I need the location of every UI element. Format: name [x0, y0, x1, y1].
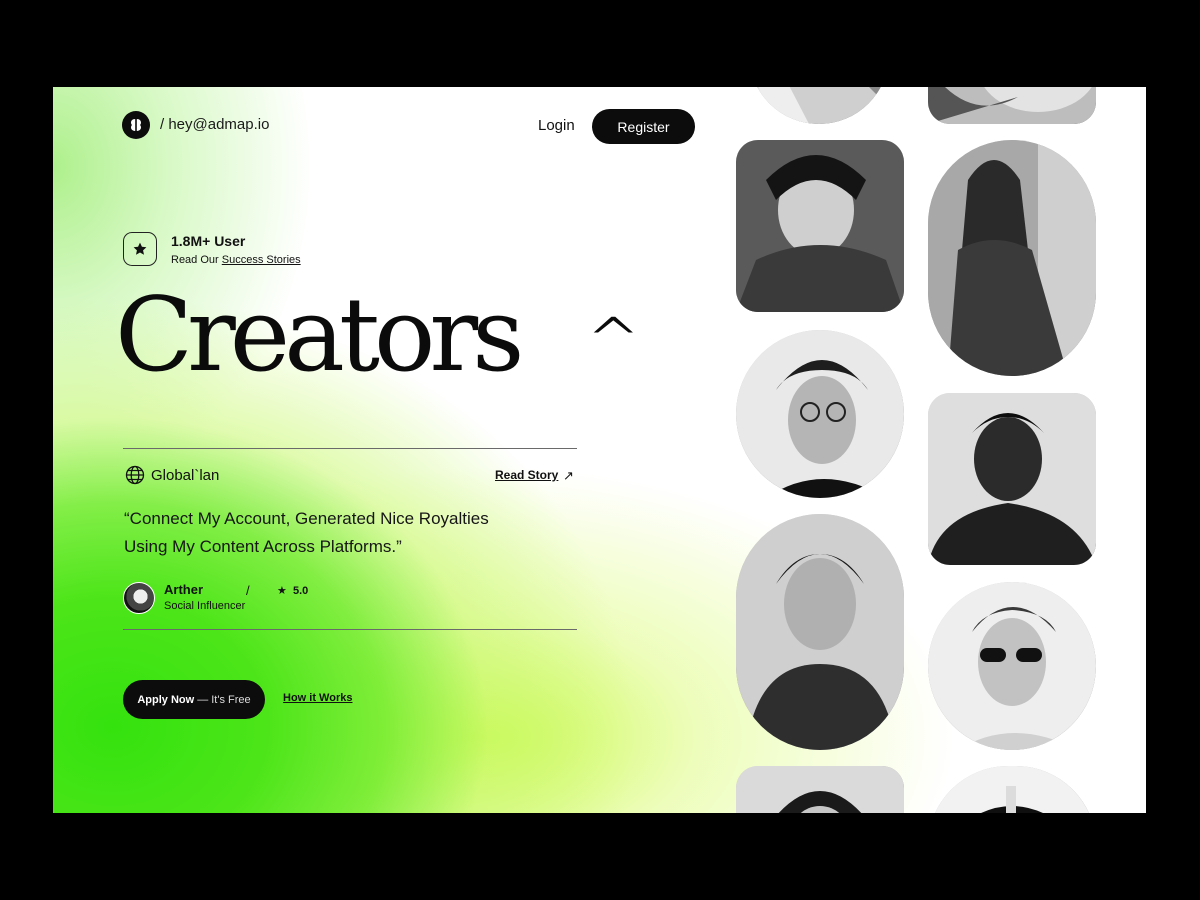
quote-line-1: “Connect My Account, Generated Nice Roya… — [124, 509, 489, 528]
apply-now-button[interactable]: Apply Now — It's Free — [123, 680, 265, 719]
success-stories-line: Read Our Success Stories — [171, 254, 301, 266]
author-role: Social Influencer — [164, 600, 246, 612]
divider-top — [123, 448, 577, 449]
globe-icon — [125, 465, 145, 490]
caret-glyph: ^ — [585, 305, 642, 373]
creator-photo[interactable] — [928, 393, 1096, 565]
brand-logo-icon[interactable] — [122, 111, 150, 139]
how-it-works-link[interactable]: How it Works — [283, 692, 352, 704]
login-link[interactable]: Login — [538, 117, 575, 134]
creator-photo[interactable] — [736, 766, 904, 813]
contact-email[interactable]: / hey@admap.io — [160, 116, 269, 133]
apply-now-label: Apply Now — [137, 693, 195, 706]
company-name: Global`lan — [151, 467, 220, 484]
user-count: 1.8M+ User — [171, 233, 246, 249]
creator-photo[interactable] — [749, 87, 889, 124]
author-name: Arther — [164, 582, 204, 597]
author-avatar — [123, 582, 155, 614]
register-button[interactable]: Register — [592, 109, 695, 144]
rating-value: 5.0 — [293, 585, 309, 597]
creator-photo[interactable] — [736, 330, 904, 498]
creator-photo[interactable] — [928, 766, 1096, 813]
creator-photo[interactable] — [928, 582, 1096, 750]
creator-photo[interactable] — [736, 514, 904, 750]
creator-photo[interactable] — [928, 140, 1096, 376]
apply-free-label: — It's Free — [197, 693, 251, 706]
divider-bottom — [123, 629, 577, 630]
success-stories-link[interactable]: Success Stories — [222, 254, 301, 266]
quote-line-2: Using My Content Across Platforms.” — [124, 537, 402, 556]
rating-star-icon: ★ — [277, 585, 287, 597]
hero-headline: Creators — [115, 276, 524, 395]
star-icon — [123, 232, 157, 266]
landing-page: / hey@admap.io Login Register 1.8M+ User… — [53, 87, 1146, 813]
arrow-up-right-icon[interactable]: ↗ — [563, 468, 574, 484]
testimonial-quote: “Connect My Account, Generated Nice Roya… — [124, 505, 489, 561]
creator-photo[interactable] — [928, 87, 1096, 124]
author-separator: / — [246, 583, 250, 598]
read-our-text: Read Our — [171, 254, 219, 266]
creator-photo[interactable] — [736, 140, 904, 312]
read-story-link[interactable]: Read Story — [495, 468, 558, 482]
